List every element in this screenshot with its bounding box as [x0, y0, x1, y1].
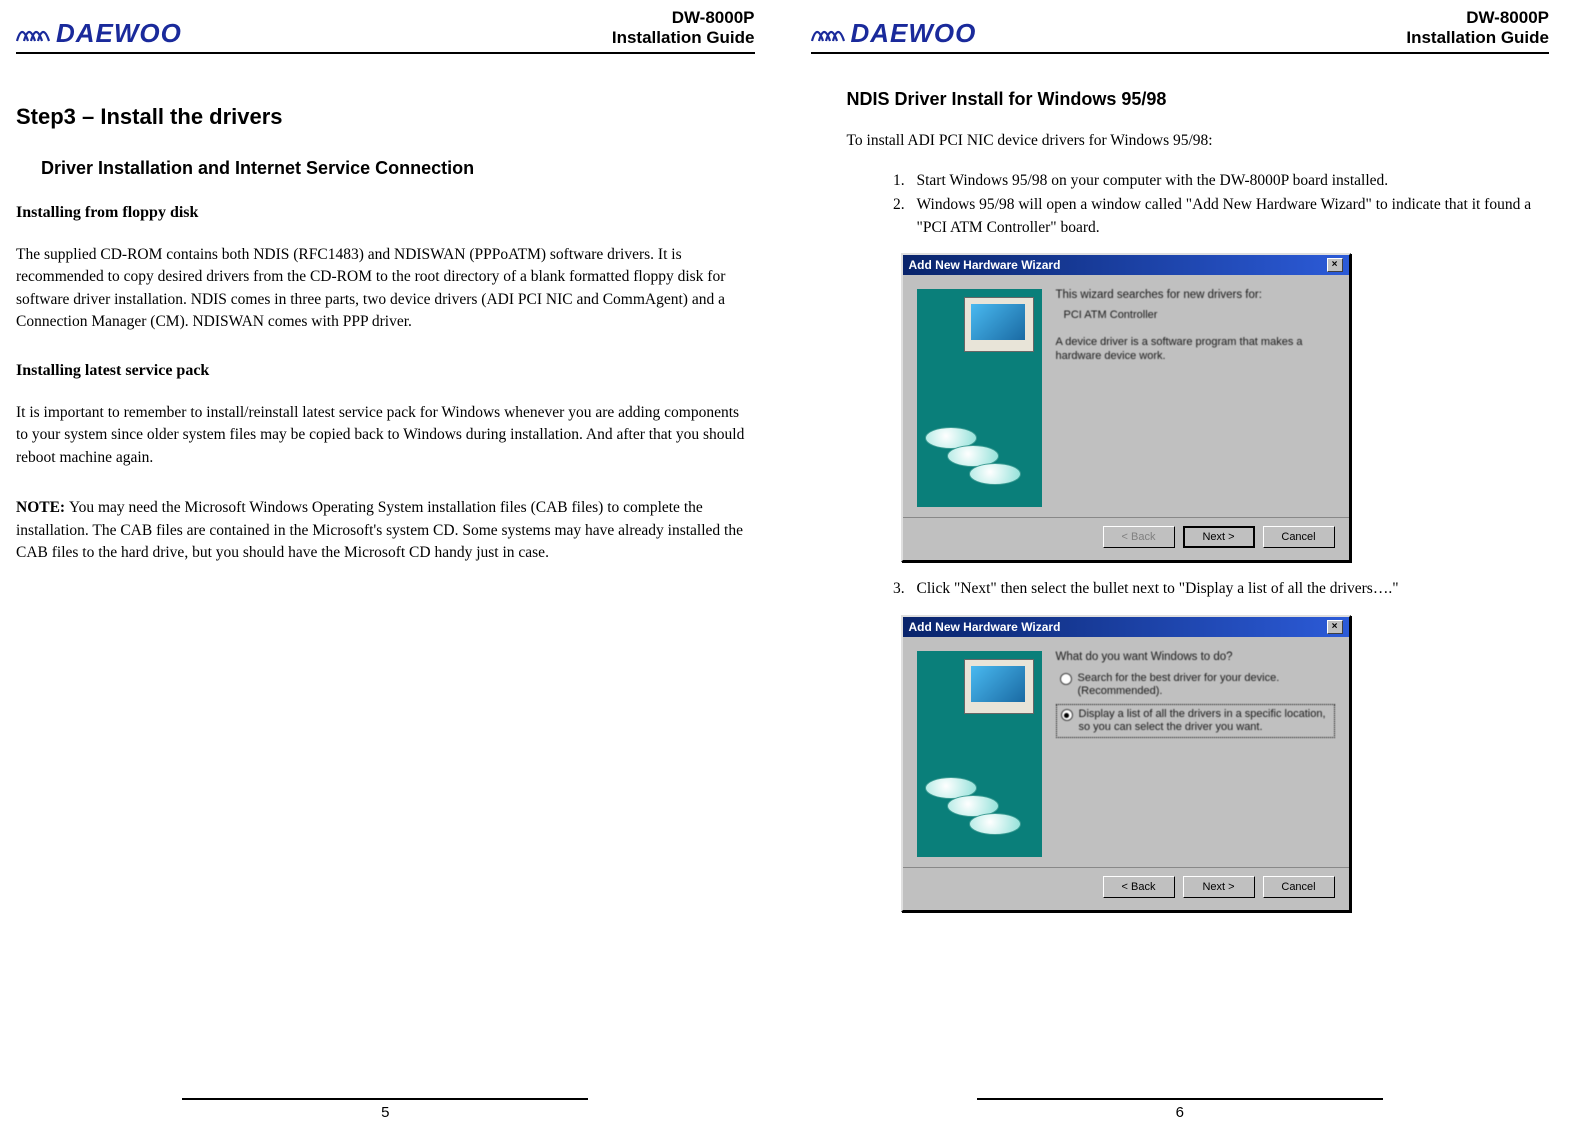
page-header: DAEWOO DW-8000P Installation Guide	[811, 8, 1550, 54]
page-footer: 6	[977, 1098, 1383, 1121]
page-content: Step3 – Install the drivers Driver Insta…	[16, 74, 755, 1098]
subsection-heading: Installing from floppy disk	[16, 204, 755, 222]
doc-subtitle: Installation Guide	[612, 28, 755, 48]
brand-name: DAEWOO	[56, 18, 182, 49]
next-button[interactable]: Next >	[1183, 526, 1255, 548]
subsection-heading: NDIS Driver Install for Windows 95/98	[847, 89, 1550, 110]
doc-model: DW-8000P	[612, 8, 755, 28]
page-content: NDIS Driver Install for Windows 95/98 To…	[811, 74, 1550, 1098]
radio-option-recommended[interactable]: Search for the best driver for your devi…	[1056, 669, 1335, 701]
dialog-titlebar[interactable]: Add New Hardware Wizard ×	[903, 617, 1349, 637]
wizard-device: PCI ATM Controller	[1064, 309, 1335, 321]
wizard-text: What do you want Windows to do? Search f…	[1056, 651, 1335, 857]
brand-logo: DAEWOO	[16, 18, 182, 49]
dialog-body: What do you want Windows to do? Search f…	[903, 637, 1349, 867]
close-icon[interactable]: ×	[1327, 620, 1343, 634]
page-5: DAEWOO DW-8000P Installation Guide Step3…	[0, 0, 795, 1127]
cancel-button[interactable]: Cancel	[1263, 876, 1335, 898]
doc-subtitle: Installation Guide	[1406, 28, 1549, 48]
dialog-title: Add New Hardware Wizard	[909, 258, 1061, 272]
dialog-titlebar[interactable]: Add New Hardware Wizard ×	[903, 255, 1349, 275]
dialog-title: Add New Hardware Wizard	[909, 620, 1061, 634]
radio-option-display-list[interactable]: Display a list of all the drivers in a s…	[1056, 704, 1335, 738]
back-button[interactable]: < Back	[1103, 876, 1175, 898]
hardware-wizard-dialog: Add New Hardware Wizard × What do you wa…	[901, 615, 1351, 912]
disc-icon	[969, 813, 1021, 835]
wizard-graphic	[917, 289, 1042, 507]
wizard-description: A device driver is a software program th…	[1056, 335, 1335, 364]
monitor-icon	[964, 659, 1034, 714]
radio-label: Search for the best driver for your devi…	[1078, 672, 1331, 698]
paragraph: To install ADI PCI NIC device drivers fo…	[847, 132, 1550, 150]
paragraph: The supplied CD-ROM contains both NDIS (…	[16, 244, 755, 334]
note-label: NOTE:	[16, 499, 69, 516]
wave-icon	[16, 21, 52, 45]
section-heading: Driver Installation and Internet Service…	[41, 158, 755, 179]
hardware-wizard-dialog: Add New Hardware Wizard × This wizard se…	[901, 253, 1351, 562]
paragraph: It is important to remember to install/r…	[16, 402, 755, 469]
wizard-text: This wizard searches for new drivers for…	[1056, 289, 1335, 507]
page-number: 5	[381, 1104, 389, 1121]
step-list: Click "Next" then select the bullet next…	[891, 578, 1550, 600]
back-button[interactable]: < Back	[1103, 526, 1175, 548]
brand-name: DAEWOO	[851, 18, 977, 49]
wave-icon	[811, 21, 847, 45]
monitor-icon	[964, 297, 1034, 352]
note-paragraph: NOTE: You may need the Microsoft Windows…	[16, 497, 755, 564]
page-number: 6	[1176, 1104, 1184, 1121]
radio-icon	[1061, 709, 1073, 721]
step-list: Start Windows 95/98 on your computer wit…	[891, 170, 1550, 239]
note-body: You may need the Microsoft Windows Opera…	[16, 499, 743, 561]
subsection-heading: Installing latest service pack	[16, 362, 755, 380]
page-6: DAEWOO DW-8000P Installation Guide NDIS …	[795, 0, 1589, 1127]
radio-icon	[1060, 673, 1072, 685]
cancel-button[interactable]: Cancel	[1263, 526, 1335, 548]
page-footer: 5	[182, 1098, 588, 1121]
list-item: Windows 95/98 will open a window called …	[909, 194, 1550, 239]
close-icon[interactable]: ×	[1327, 258, 1343, 272]
next-button[interactable]: Next >	[1183, 876, 1255, 898]
doc-model: DW-8000P	[1406, 8, 1549, 28]
dialog-body: This wizard searches for new drivers for…	[903, 275, 1349, 517]
radio-label: Display a list of all the drivers in a s…	[1079, 708, 1330, 734]
dialog-button-row: < Back Next > Cancel	[903, 517, 1349, 560]
step-heading: Step3 – Install the drivers	[16, 104, 755, 130]
doc-title: DW-8000P Installation Guide	[1406, 8, 1549, 49]
page-header: DAEWOO DW-8000P Installation Guide	[16, 8, 755, 54]
brand-logo: DAEWOO	[811, 18, 977, 49]
list-item: Start Windows 95/98 on your computer wit…	[909, 170, 1550, 192]
wizard-prompt: This wizard searches for new drivers for…	[1056, 289, 1335, 301]
wizard-graphic	[917, 651, 1042, 857]
wizard-prompt: What do you want Windows to do?	[1056, 651, 1335, 663]
disc-icon	[969, 463, 1021, 485]
list-item: Click "Next" then select the bullet next…	[909, 578, 1550, 600]
doc-title: DW-8000P Installation Guide	[612, 8, 755, 49]
dialog-button-row: < Back Next > Cancel	[903, 867, 1349, 910]
